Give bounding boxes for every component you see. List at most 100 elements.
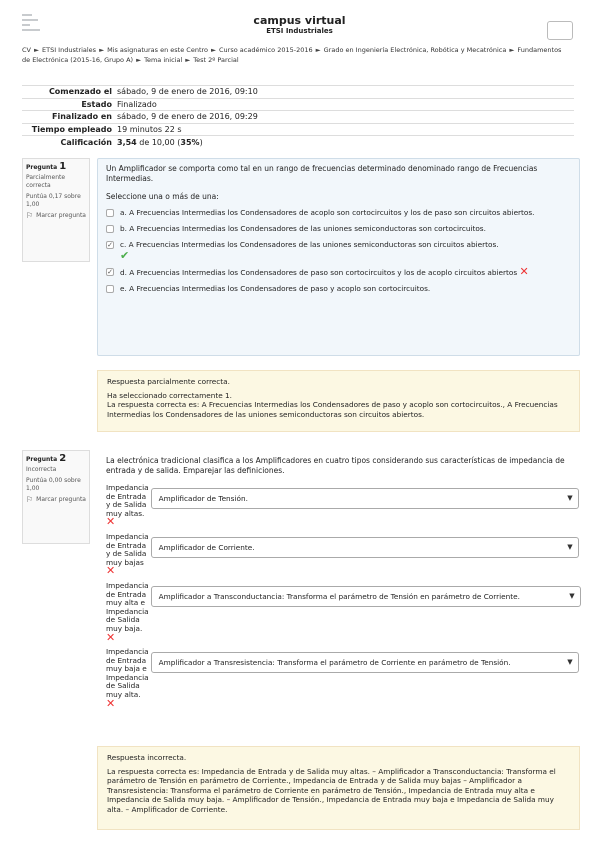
- question-number: Pregunta 2: [26, 453, 67, 464]
- match-row: Impedancia de Entrada y de Salida muy ba…: [106, 531, 579, 578]
- question-state: Parcialmente correcta: [26, 174, 66, 189]
- page-header: campus virtual ETSI Industriales: [0, 0, 599, 44]
- breadcrumb-item[interactable]: Mis asignaturas en este Centro: [107, 46, 208, 54]
- incorrect-cross-icon: ✕: [106, 696, 116, 710]
- summary-row: Tiempo empleado 19 minutos 22 s: [22, 122, 574, 136]
- flag-question-link[interactable]: ⚐ Marcar pregunta: [26, 496, 86, 504]
- answer-text: e. A Frecuencias Intermedias los Condens…: [120, 284, 431, 293]
- feedback-status: Respuesta parcialmente correcta.: [107, 377, 230, 386]
- summary-row: Finalizado en sábado, 9 de enero de 2016…: [22, 110, 574, 123]
- question-2-feedback: Respuesta incorrecta. La respuesta corre…: [97, 746, 580, 830]
- question-state: Incorrecta: [26, 466, 57, 473]
- match-select[interactable]: Amplificador a Transresistencia: Transfo…: [150, 652, 579, 674]
- chevron-down-icon: ▼: [567, 542, 573, 551]
- breadcrumb-item[interactable]: Curso académico 2015-2016: [219, 46, 313, 54]
- breadcrumb: CV ► ETSI Industriales ► Mis asignaturas en …: [22, 45, 562, 65]
- answer-option[interactable]: ✓ c. A Frecuencias Intermedias los Conde…: [106, 240, 571, 261]
- summary-value: Finalizado: [117, 97, 574, 111]
- answer-checkbox[interactable]: [106, 285, 114, 293]
- question-number: Pregunta 1: [26, 161, 67, 172]
- flag-icon: ⚐: [26, 211, 34, 220]
- breadcrumb-separator: ►: [34, 46, 39, 54]
- summary-value: sábado, 9 de enero de 2016, 09:10: [117, 85, 574, 98]
- flag-label: Marcar pregunta: [36, 496, 86, 503]
- site-title: campus virtual: [253, 14, 346, 27]
- breadcrumb-separator: ►: [99, 46, 105, 54]
- answer-prompt: Seleccione una o más de una:: [106, 192, 219, 201]
- feedback-status: Respuesta incorrecta.: [107, 753, 187, 762]
- answer-checkbox-checked[interactable]: ✓: [106, 268, 114, 276]
- question-grade: Puntúa 0,00 sobre 1,00: [26, 477, 81, 492]
- grade-mid: de 10,00 (: [136, 137, 181, 147]
- chevron-down-icon: ▼: [567, 658, 573, 667]
- chevron-down-icon: ▼: [569, 591, 575, 600]
- question-2-info: Pregunta 2 Incorrecta Puntúa 0,00 sobre …: [22, 450, 90, 544]
- match-row: Impedancia de Entrada y de Salida muy al…: [106, 483, 579, 529]
- incorrect-cross-icon: ✕: [106, 564, 116, 578]
- match-stem: Impedancia de Entrada y de Salida muy al…: [106, 483, 149, 529]
- match-select[interactable]: Amplificador de Tensión. ▼: [150, 488, 579, 509]
- answer-text: b. A Frecuencias Intermedias los Condens…: [120, 224, 486, 233]
- answer-text: c. A Frecuencias Intermedias los Condens…: [120, 240, 499, 262]
- incorrect-cross-icon: ✕: [519, 265, 529, 278]
- summary-label: Tiempo empleado: [22, 122, 117, 136]
- question-1-info: Pregunta 1 Parcialmente correcta Puntúa …: [22, 158, 90, 262]
- user-menu-button[interactable]: [547, 21, 573, 40]
- answer-text: a. A Frecuencias Intermedias los Condens…: [120, 208, 535, 217]
- summary-value: 19 minutos 22 s: [117, 122, 574, 136]
- summary-label: Comenzado el: [22, 85, 117, 98]
- grade-end: ): [199, 137, 203, 147]
- question-text: Un Amplificador se comporta como tal en …: [106, 164, 538, 183]
- question-text: La electrónica tradicional clasifica a l…: [106, 456, 565, 475]
- breadcrumb-item[interactable]: Grado en Ingeniería Electrónica, Robótic…: [324, 46, 507, 54]
- answer-option[interactable]: ✓ d. A Frecuencias Intermedias los Conde…: [106, 265, 571, 278]
- summary-label: Calificación: [22, 135, 117, 148]
- match-stem: Impedancia de Entrada y de Salida muy ba…: [106, 531, 149, 578]
- answer-option[interactable]: e. A Frecuencias Intermedias los Condens…: [106, 284, 571, 294]
- answer-text: d. A Frecuencias Intermedias los Condens…: [120, 265, 529, 278]
- answer-checkbox[interactable]: [106, 209, 114, 217]
- breadcrumb-item[interactable]: Tema inicial: [144, 56, 182, 64]
- summary-label: Finalizado en: [22, 110, 117, 123]
- grade-value: 3,54 de 10,00 (35%): [117, 135, 574, 148]
- answer-checkbox[interactable]: [106, 225, 114, 233]
- summary-row: Calificación 3,54 de 10,00 (35%): [22, 135, 574, 148]
- question-2-content: La electrónica tradicional clasifica a l…: [97, 450, 581, 732]
- answer-option[interactable]: a. A Frecuencias Intermedias los Condens…: [106, 208, 571, 218]
- flag-question-link[interactable]: ⚐ Marcar pregunta: [26, 212, 86, 220]
- summary-value: sábado, 9 de enero de 2016, 09:29: [117, 110, 574, 123]
- feedback-correct-answer: La respuesta correcta es: A Frecuencias …: [107, 400, 558, 419]
- chevron-down-icon: ▼: [567, 494, 573, 502]
- question-grade: Puntúa 0,17 sobre 1,00: [26, 193, 81, 208]
- flag-label: Marcar pregunta: [36, 212, 86, 219]
- incorrect-cross-icon: ✕: [106, 630, 116, 644]
- answer-option[interactable]: b. A Frecuencias Intermedias los Condens…: [106, 224, 571, 234]
- answer-checkbox-checked[interactable]: ✓: [106, 241, 114, 249]
- feedback-selected: Ha seleccionado correctamente 1.: [107, 390, 232, 400]
- breadcrumb-separator: ►: [185, 56, 191, 64]
- match-select[interactable]: Amplificador a Transconductancia: Transf…: [150, 585, 581, 607]
- breadcrumb-current: Test 2º Parcial: [193, 56, 239, 64]
- flag-icon: ⚐: [26, 495, 34, 504]
- match-stem: Impedancia de Entrada muy baja e Impedan…: [106, 647, 149, 710]
- breadcrumb-item[interactable]: ETSI Industriales: [42, 46, 96, 54]
- breadcrumb-separator: ►: [136, 56, 142, 64]
- breadcrumb-separator: ►: [315, 46, 321, 54]
- match-select[interactable]: Amplificador de Corriente. ▼: [150, 536, 579, 558]
- breadcrumb-separator: ►: [211, 46, 217, 54]
- grade-score: 3,54: [117, 137, 137, 147]
- incorrect-cross-icon: ✕: [106, 515, 116, 529]
- breadcrumb-separator: ►: [509, 46, 515, 54]
- summary-row: Comenzado el sábado, 9 de enero de 2016,…: [22, 85, 574, 98]
- match-row: Impedancia de Entrada muy alta e Impedan…: [106, 580, 581, 644]
- attempt-summary-table: Comenzado el sábado, 9 de enero de 2016,…: [22, 85, 574, 148]
- feedback-correct-answer: La respuesta correcta es: Impedancia de …: [107, 766, 556, 814]
- correct-check-icon: ✔: [120, 249, 130, 262]
- match-row: Impedancia de Entrada muy baja e Impedan…: [106, 647, 579, 710]
- question-1-feedback: Respuesta parcialmente correcta. Ha sele…: [97, 370, 580, 432]
- summary-row: Estado Finalizado: [22, 97, 574, 111]
- summary-label: Estado: [22, 97, 117, 111]
- match-stem: Impedancia de Entrada muy alta e Impedan…: [106, 580, 149, 644]
- question-1-content: Un Amplificador se comporta como tal en …: [97, 158, 580, 356]
- breadcrumb-item[interactable]: CV: [22, 46, 31, 54]
